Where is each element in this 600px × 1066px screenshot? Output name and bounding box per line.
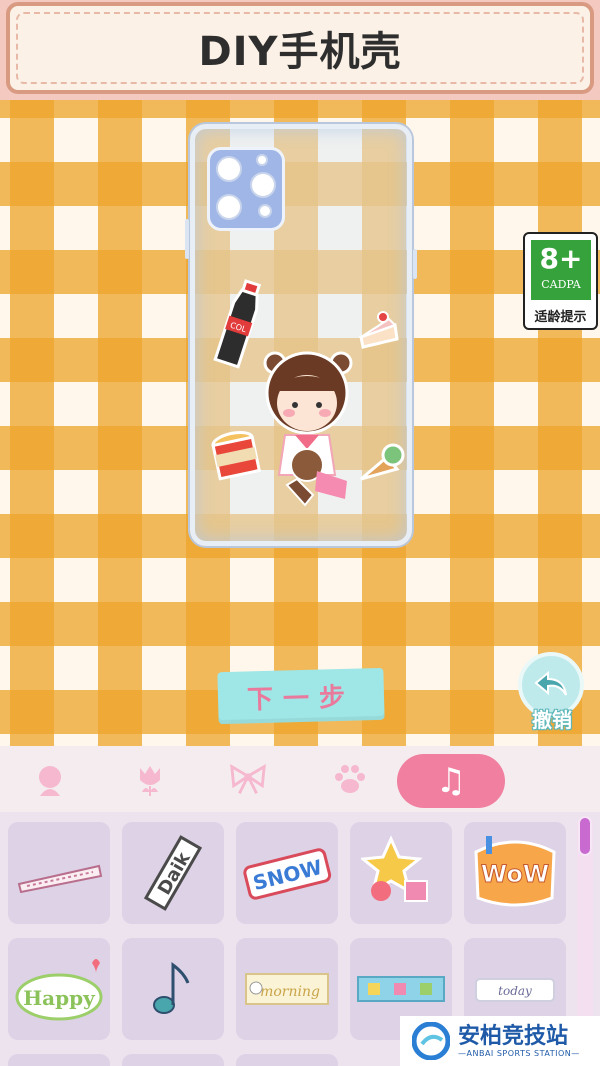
- sticker-cell[interactable]: WoW: [464, 822, 566, 924]
- svg-text:WoW: WoW: [481, 860, 550, 888]
- page-title: DIY手机壳: [198, 29, 402, 75]
- sticker-cell[interactable]: [8, 822, 110, 924]
- girl-head-icon: [39, 766, 61, 796]
- sticker-scrollbar[interactable]: [577, 816, 593, 1026]
- snack-can-sticker[interactable]: [209, 429, 263, 485]
- music-note-sticker: [153, 962, 190, 1014]
- wow-text-sticker: WoW: [474, 836, 556, 907]
- star-hearts-sticker: [361, 835, 428, 902]
- bow-icon: [230, 764, 266, 794]
- girl-with-bear-sticker[interactable]: [257, 345, 357, 515]
- sticker-cell[interactable]: [8, 1054, 110, 1066]
- sticker-cell[interactable]: morning: [236, 938, 338, 1040]
- paw-icon: [335, 765, 365, 793]
- tulip-icon: [140, 766, 160, 796]
- tape-strip-sticker: [357, 976, 445, 1002]
- undo-arrow-icon: [534, 671, 567, 696]
- age-rating-label: 适龄提示: [534, 310, 587, 325]
- phone-case-canvas[interactable]: COL: [185, 124, 417, 546]
- today-text-sticker: today: [475, 978, 555, 1002]
- svg-text:today: today: [498, 984, 532, 998]
- camera-cutout: [207, 147, 285, 231]
- sticker-cell[interactable]: SNOW: [236, 822, 338, 924]
- sticker-cell[interactable]: [236, 1054, 338, 1066]
- side-button: [185, 219, 189, 259]
- svg-text:morning: morning: [260, 984, 320, 1000]
- side-button: [413, 249, 417, 279]
- undo-label: 撤销: [532, 708, 572, 732]
- text-ribbon-sticker: [17, 864, 103, 894]
- sticker-cell[interactable]: Daik: [122, 822, 224, 924]
- watermark-title: 安柏竞技站: [458, 1023, 569, 1049]
- svg-text:Happy: Happy: [23, 986, 96, 1010]
- age-rating-org: CADPA: [541, 278, 581, 291]
- happy-text-sticker: Happy: [15, 959, 103, 1021]
- ice-cream-cone-sticker[interactable]: [357, 441, 405, 485]
- scrollbar-thumb[interactable]: [578, 816, 592, 856]
- snow-text-sticker: SNOW: [243, 848, 332, 900]
- graffiti-text-sticker: Daik: [143, 835, 203, 911]
- watermark: 安柏竞技站 —ANBAI SPORTS STATION—: [400, 1016, 600, 1066]
- next-step-button[interactable]: 下一步: [217, 667, 385, 725]
- music-note-icon: ♫: [435, 761, 467, 801]
- sticker-cell[interactable]: [122, 938, 224, 1040]
- undo-button[interactable]: 撤销: [518, 652, 586, 732]
- category-tab-paw[interactable]: [330, 760, 370, 800]
- category-bar: ♫: [0, 746, 600, 812]
- title-card: DIY手机壳: [6, 2, 594, 94]
- morning-text-sticker: morning: [245, 973, 329, 1005]
- cake-slice-sticker[interactable]: [357, 307, 401, 351]
- category-tab-music[interactable]: ♫: [397, 754, 505, 808]
- category-tab-girl[interactable]: [30, 760, 70, 800]
- anbai-logo-icon: [412, 1022, 450, 1060]
- category-tab-bow[interactable]: [228, 760, 268, 800]
- age-rating-value: 8+: [539, 242, 583, 275]
- sticker-cell[interactable]: [122, 1054, 224, 1066]
- watermark-subtitle: —ANBAI SPORTS STATION—: [458, 1048, 580, 1058]
- category-tab-flower[interactable]: [130, 760, 170, 800]
- sticker-cell[interactable]: [350, 822, 452, 924]
- header: DIY手机壳: [0, 0, 600, 100]
- age-rating-badge: 8+ CADPA 适龄提示: [523, 232, 598, 330]
- next-step-label: 下一步: [246, 682, 356, 715]
- sticker-cell[interactable]: Happy: [8, 938, 110, 1040]
